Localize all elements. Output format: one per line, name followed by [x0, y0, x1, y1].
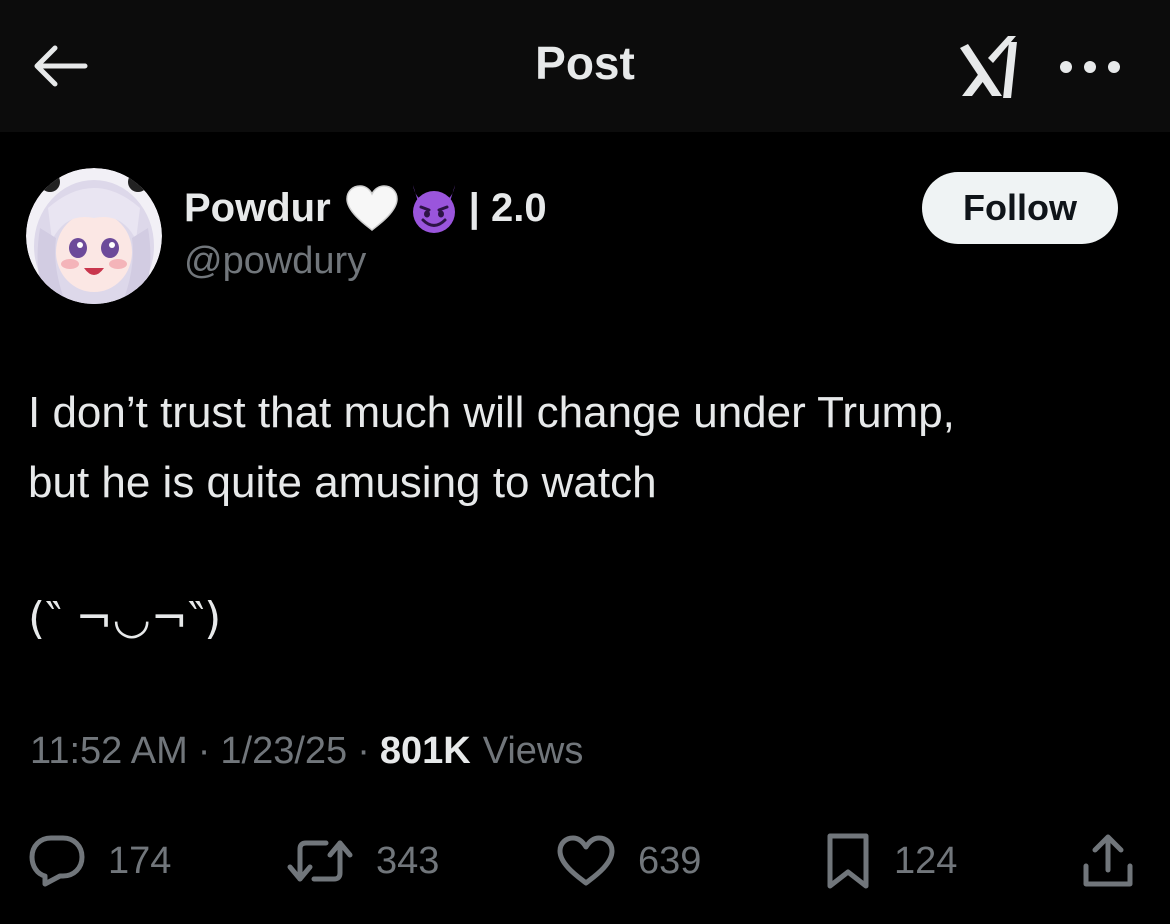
repost-icon — [287, 840, 353, 882]
post-text-line: but he is quite amusing to watch — [28, 458, 657, 507]
share-button[interactable] — [1080, 826, 1136, 896]
views-label: Views — [482, 730, 584, 772]
repost-count: 343 — [376, 839, 440, 882]
post-time[interactable]: 11:52 AM — [30, 730, 188, 773]
more-button[interactable] — [1050, 42, 1130, 92]
like-count: 639 — [638, 839, 702, 882]
post-meta: 11:52 AM · 1/23/25 · 801K Views — [30, 730, 583, 773]
post-text: I don’t trust that much will change unde… — [28, 378, 1138, 518]
post-kaomoji: (‶ ¬◡¬‶) — [28, 593, 222, 644]
like-button[interactable]: 639 — [556, 826, 701, 896]
grok-button[interactable] — [952, 30, 1032, 106]
repost-button[interactable]: 343 — [286, 826, 439, 896]
share-icon — [1083, 834, 1133, 887]
bookmark-icon — [827, 833, 869, 889]
author-display-name[interactable]: Powdur — [184, 186, 331, 231]
bookmark-count: 124 — [894, 839, 958, 882]
author-handle[interactable]: @powdury — [184, 240, 366, 283]
top-bar: Post — [0, 0, 1170, 132]
white-heart-icon — [345, 184, 399, 232]
back-button[interactable] — [28, 38, 92, 94]
bookmark-button[interactable]: 124 — [824, 826, 957, 896]
author-name-row[interactable]: Powdur | 2.0 — [184, 178, 547, 238]
separator-dot: · — [197, 730, 211, 772]
author-name-suffix: | 2.0 — [468, 185, 547, 230]
reply-icon — [29, 835, 85, 887]
more-horizontal-icon — [1060, 61, 1120, 73]
post-date[interactable]: 1/23/25 — [220, 730, 347, 773]
arrow-left-icon — [34, 45, 88, 87]
reply-button[interactable]: 174 — [28, 826, 171, 896]
follow-button[interactable]: Follow — [922, 172, 1118, 244]
reply-count: 174 — [108, 839, 172, 882]
heart-icon — [557, 835, 615, 886]
action-bar: 174 343 639 124 — [0, 826, 1170, 896]
smiling-devil-icon — [407, 181, 461, 235]
grok-icon — [960, 36, 1017, 98]
separator-dot: · — [357, 730, 370, 772]
post-text-line: I don’t trust that much will change unde… — [28, 388, 955, 437]
views-count: 801K — [379, 730, 471, 772]
avatar[interactable] — [26, 168, 162, 304]
